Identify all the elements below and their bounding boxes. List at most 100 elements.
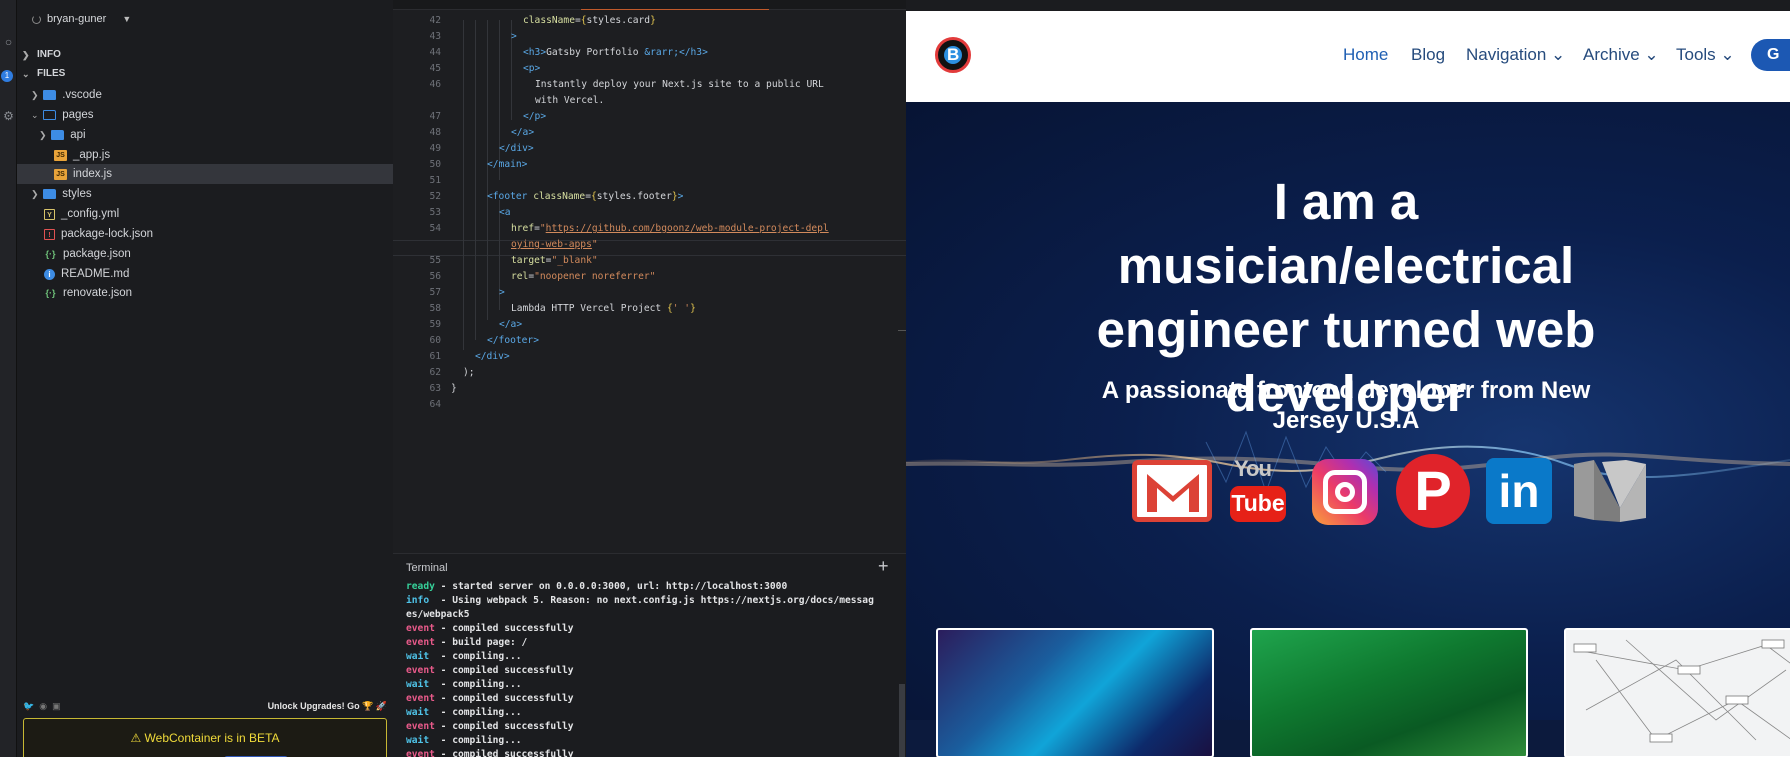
beta-notice-text: ⚠ WebContainer is in BETA — [130, 731, 280, 745]
user-menu[interactable]: bryan-guner ▼ — [32, 10, 131, 28]
tree-folder-vscode[interactable]: ❯ .vscode — [17, 85, 393, 105]
terminal-line: event - compiled successfully — [406, 622, 896, 636]
code-line: 59 </a> — [393, 317, 906, 333]
code-line: 42 className={styles.card} — [393, 13, 906, 29]
section-info-header[interactable]: ❯ INFO — [17, 46, 393, 64]
line-number: 52 — [429, 191, 441, 202]
log-message: - compiling... — [429, 707, 522, 718]
terminal-title: Terminal — [406, 562, 448, 574]
project-card-code[interactable] — [936, 628, 1214, 757]
site-logo[interactable]: B — [935, 37, 971, 73]
youtube-tube-text: Tube — [1230, 486, 1286, 522]
medium-icon[interactable] — [1572, 458, 1648, 524]
tree-item-label: package-lock.json — [61, 228, 154, 240]
code-text: Instantly deploy your Next.js site to a … — [535, 77, 824, 93]
chevron-down-icon[interactable]: ▼ — [122, 14, 131, 24]
log-message: - compiled successfully — [434, 693, 574, 704]
code-text: } — [451, 381, 457, 397]
terminal-line: ready - started server on 0.0.0.0:3000, … — [406, 580, 896, 594]
tree-file-package-json[interactable]: {·} package.json — [17, 244, 393, 264]
code-text: </p> — [523, 109, 546, 125]
tree-folder-pages[interactable]: ⌄ pages — [17, 105, 393, 125]
add-terminal-icon[interactable]: + — [878, 556, 889, 577]
nav-home[interactable]: Home — [1343, 45, 1388, 65]
tree-folder-api[interactable]: ❯ api — [17, 125, 393, 145]
line-number: 55 — [429, 255, 441, 266]
code-text: <h3>Gatsby Portfolio &rarr;</h3> — [523, 45, 708, 61]
code-token: <h3> — [523, 47, 547, 58]
code-text: > — [499, 285, 505, 301]
section-files-header[interactable]: ⌄ FILES — [17, 65, 393, 83]
tree-file-readme[interactable]: i README.md — [17, 264, 393, 284]
code-token: > — [677, 191, 684, 202]
instagram-icon[interactable] — [1312, 459, 1378, 525]
code-line: 44 <h3>Gatsby Portfolio &rarr;</h3> — [393, 45, 906, 61]
nav-navigation[interactable]: Navigation ⌄ — [1466, 45, 1565, 65]
line-number: 53 — [429, 207, 441, 218]
code-text: <a — [499, 205, 511, 221]
folder-icon — [43, 189, 57, 199]
tree-file-app-js[interactable]: JS _app.js — [17, 145, 393, 165]
project-card-snake[interactable] — [1250, 628, 1528, 757]
code-token: &rarr; — [644, 47, 679, 58]
tree-file-config-yml[interactable]: Y _config.yml — [17, 204, 393, 224]
log-level: wait — [406, 707, 430, 718]
code-token: target — [511, 255, 546, 266]
code-line: 53 <a — [393, 205, 906, 221]
json-file-icon: {·} — [45, 248, 56, 259]
code-editor[interactable]: 42 className={styles.card} 43 >44 <h3>Gatsby… — [393, 0, 906, 553]
folder-icon — [51, 130, 65, 140]
gmail-icon[interactable] — [1132, 460, 1212, 522]
search-icon[interactable]: ○ — [0, 33, 17, 51]
tree-item-label: package.json — [63, 248, 131, 260]
terminal-scrollbar[interactable] — [899, 684, 905, 757]
code-text: <p> — [523, 61, 540, 77]
code-text: href="https://github.com/bgoonz/web-modu… — [511, 221, 829, 237]
code-line: 45 <p> — [393, 61, 906, 77]
linkedin-icon[interactable]: in — [1486, 458, 1552, 524]
terminal-panel[interactable]: Terminal + ready - started server on 0.0… — [393, 553, 906, 757]
code-token: <footer — [487, 191, 534, 202]
code-line: 51 — [393, 173, 906, 189]
unlock-upgrades-link[interactable]: Unlock Upgrades! Go 🏆 🚀 — [268, 701, 387, 712]
code-text: </main> — [487, 157, 527, 173]
code-text: </footer> — [487, 333, 539, 349]
tree-file-package-lock[interactable]: ! package-lock.json — [17, 224, 393, 244]
tree-file-index-js[interactable]: JS index.js — [17, 164, 393, 184]
log-level: event — [406, 637, 435, 648]
username: bryan-guner — [47, 13, 107, 25]
log-level: wait — [406, 651, 430, 662]
code-token: </div> — [475, 351, 510, 362]
settings-icon[interactable]: ⚙ — [0, 107, 17, 125]
project-card-diagram[interactable] — [1564, 628, 1790, 757]
tree-folder-styles[interactable]: ❯ styles — [17, 184, 393, 204]
terminal-line: event - compiled successfully — [406, 692, 896, 706]
code-token: className — [533, 191, 586, 202]
youtube-icon[interactable]: You Tube — [1230, 456, 1288, 526]
nav-tools[interactable]: Tools ⌄ — [1676, 45, 1735, 65]
github-icon[interactable]: ◉ — [39, 701, 47, 712]
code-line: 60 </footer> — [393, 333, 906, 349]
log-message: - compiled successfully — [434, 721, 574, 732]
terminal-line: wait - compiling... — [406, 706, 896, 720]
log-message: - compiling... — [429, 651, 522, 662]
code-text: rel="noopener noreferrer" — [511, 269, 655, 285]
discord-icon[interactable]: ▣ — [52, 701, 61, 712]
pinterest-icon[interactable]: P — [1396, 454, 1470, 528]
code-token: </footer> — [487, 335, 539, 346]
nav-blog[interactable]: Blog — [1411, 45, 1445, 65]
code-text: Lambda HTTP Vercel Project {' '} — [511, 301, 696, 317]
code-line: 63} — [393, 381, 906, 397]
log-level: event — [406, 665, 435, 676]
tree-file-renovate-json[interactable]: {·} renovate.json — [17, 283, 393, 303]
log-level: wait — [406, 679, 430, 690]
code-text: with Vercel. — [535, 93, 604, 109]
log-message: - build page: / — [434, 637, 528, 648]
info-icon: i — [44, 268, 55, 280]
nav-cta-button[interactable]: G — [1751, 39, 1790, 71]
twitter-icon[interactable]: 🐦 — [23, 701, 34, 712]
code-line: 64 — [393, 397, 906, 413]
code-token: https://github.com/bgoonz/web-module-pro… — [545, 223, 829, 234]
code-token: oying-web-apps — [511, 239, 592, 250]
nav-archive[interactable]: Archive ⌄ — [1583, 45, 1659, 65]
